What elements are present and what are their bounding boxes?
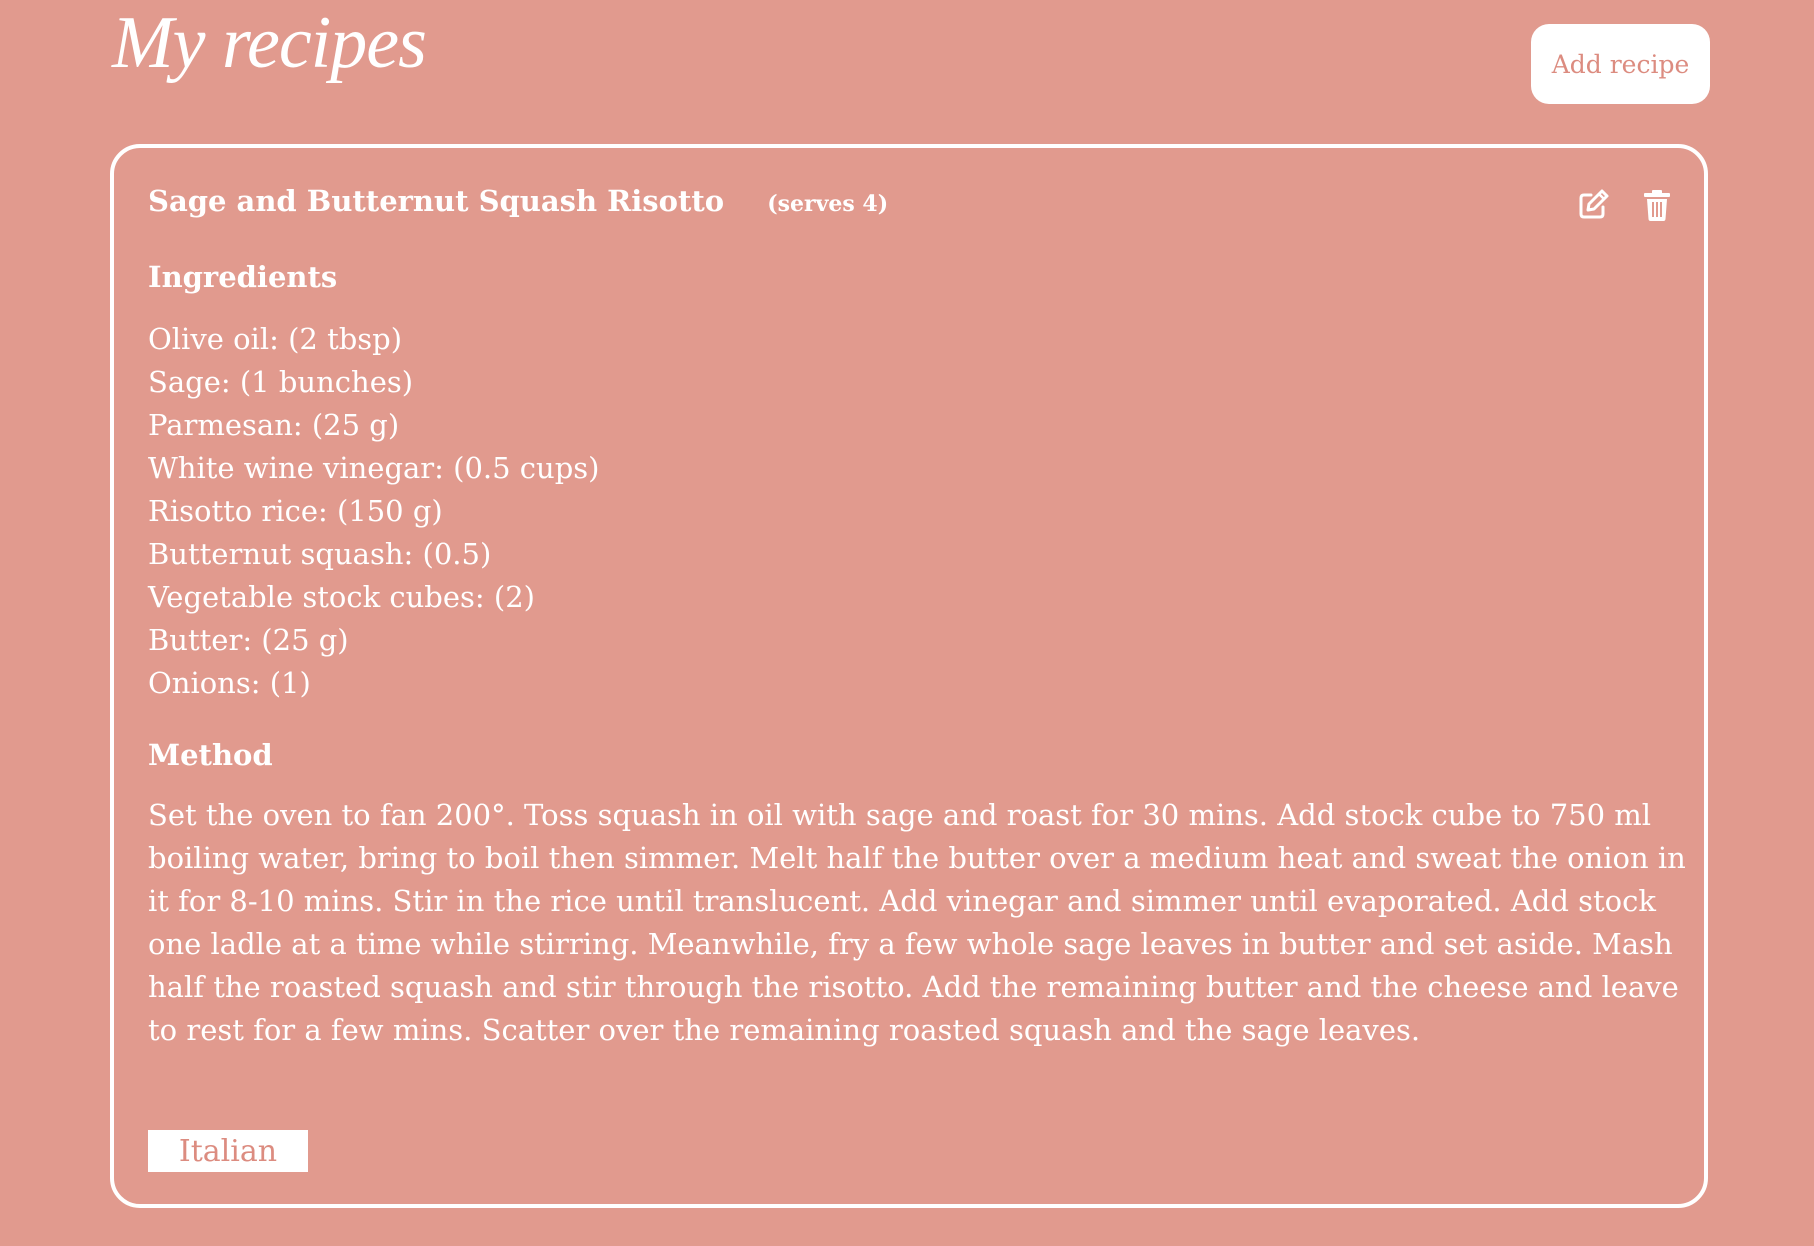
recipe-actions [1576, 188, 1674, 222]
recipe-serves: (serves 4) [767, 191, 889, 217]
ingredient-item: Olive oil: (2 tbsp) [148, 322, 403, 356]
recipe-card: Sage and Butternut Squash Risotto (serve… [110, 144, 1708, 1208]
page-title: My recipes [112, 2, 427, 84]
method-heading: Method [148, 738, 273, 772]
ingredient-item: Vegetable stock cubes: (2) [148, 580, 535, 614]
edit-icon [1579, 189, 1609, 219]
cuisine-tag[interactable]: Italian [148, 1130, 308, 1172]
ingredient-item: Sage: (1 bunches) [148, 365, 414, 399]
ingredient-item: White wine vinegar: (0.5 cups) [148, 451, 600, 485]
trash-icon [1644, 190, 1670, 221]
ingredient-item: Onions: (1) [148, 666, 311, 700]
ingredient-item: Butternut squash: (0.5) [148, 537, 492, 571]
ingredient-item: Parmesan: (25 g) [148, 408, 400, 442]
edit-button[interactable] [1576, 188, 1610, 222]
delete-button[interactable] [1640, 188, 1674, 222]
recipe-header: Sage and Butternut Squash Risotto (serve… [148, 184, 888, 218]
ingredient-item: Risotto rice: (150 g) [148, 494, 443, 528]
ingredients-heading: Ingredients [148, 260, 338, 294]
recipe-title: Sage and Butternut Squash Risotto [148, 184, 725, 218]
add-recipe-button[interactable]: Add recipe [1531, 24, 1710, 104]
method-text: Set the oven to fan 200°. Toss squash in… [148, 798, 1686, 1047]
ingredient-item: Butter: (25 g) [148, 623, 349, 657]
ingredient-list: Olive oil: (2 tbsp) Sage: (1 bunches) Pa… [148, 318, 599, 705]
